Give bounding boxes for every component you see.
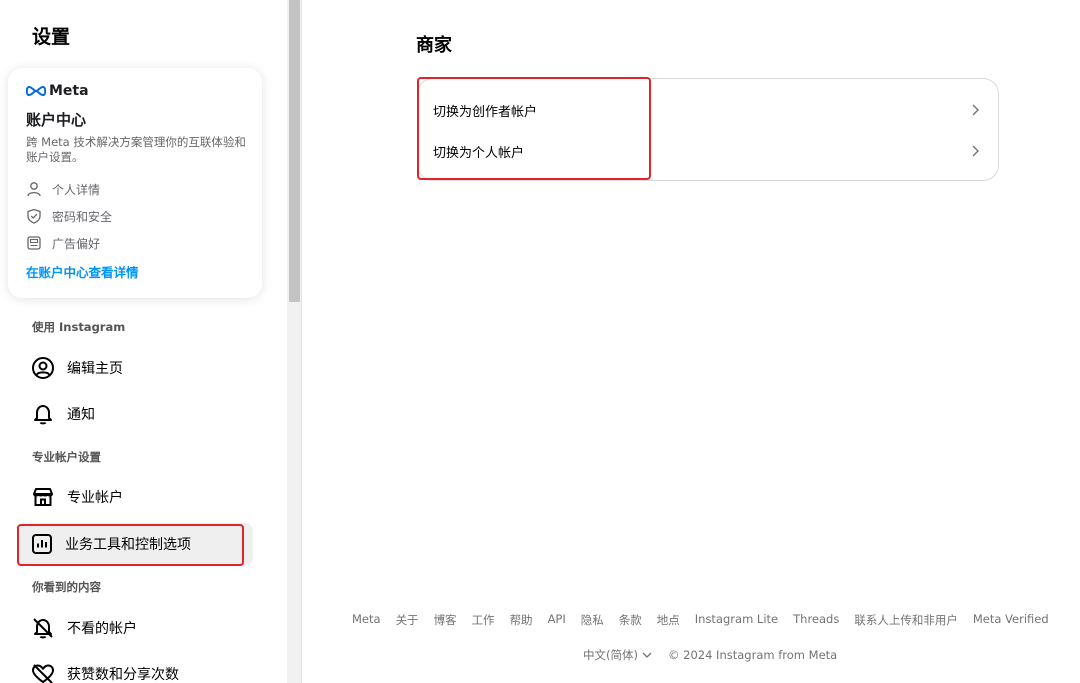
ad-preferences-icon [27,236,41,250]
accounts-center-card[interactable]: Meta 账户中心 跨 Meta 技术解决方案管理你的互联体验和账户设置。 个人… [8,68,262,298]
language-select[interactable]: 中文(简体) [583,647,652,663]
business-options-card: 切换为创作者帐户 切换为个人帐户 [417,78,999,181]
card-item-label: 广告偏好 [52,236,101,251]
meta-infinity-icon [26,85,46,97]
settings-sidebar: 设置 Meta 账户中心 跨 Meta 技术解决方案管理你的互联体验和账户设置。… [0,0,287,683]
footer-link[interactable]: Instagram Lite [695,612,778,628]
language-label: 中文(简体) [583,648,638,662]
footer-link[interactable]: 条款 [619,612,642,628]
sidebar-item-label: 专业帐户 [67,490,123,506]
footer-link[interactable]: 隐私 [581,612,604,628]
accounts-center-description: 跨 Meta 技术解决方案管理你的互联体验和账户设置。 [26,135,246,164]
footer-link[interactable]: Meta [352,612,381,628]
bell-icon [34,405,52,425]
option-switch-to-personal[interactable]: 切换为个人帐户 [418,131,998,171]
sidebar-item-business-tools[interactable]: 业务工具和控制选项 [17,523,253,565]
footer-link[interactable]: 联系人上传和非用户 [854,612,958,628]
sidebar-scrollbar[interactable] [287,0,302,683]
card-item-password-security[interactable]: 密码和安全 [26,207,112,225]
sidebar-item-professional-account[interactable]: 专业帐户 [17,476,253,518]
option-switch-to-creator[interactable]: 切换为创作者帐户 [418,90,998,130]
sidebar-item-label: 不看的帐户 [67,621,137,637]
footer-link[interactable]: Meta Verified [973,612,1049,628]
accounts-center-title: 账户中心 [26,111,87,129]
footer-link[interactable]: 博客 [434,612,457,628]
main-content: 商家 切换为创作者帐户 切换为个人帐户 Meta 关于 博客 工作 帮助 API [303,0,1080,683]
meta-logo-text: Meta [49,83,89,99]
settings-page: 设置 Meta 账户中心 跨 Meta 技术解决方案管理你的互联体验和账户设置。… [0,0,1080,683]
sidebar-item-likes-shares[interactable]: 获赞数和分享次数 [17,653,253,683]
card-item-ad-preferences[interactable]: 广告偏好 [26,234,100,252]
sidebar-item-edit-profile[interactable]: 编辑主页 [17,347,253,389]
footer-link[interactable]: 帮助 [510,612,533,628]
sidebar-item-notifications[interactable]: 通知 [17,393,253,435]
sidebar-scrollbar-thumb[interactable] [289,0,300,302]
sidebar-title: 设置 [32,26,71,48]
card-item-label: 个人详情 [52,182,101,197]
option-label: 切换为个人帐户 [433,145,525,161]
page-title: 商家 [416,35,452,56]
sidebar-item-label: 业务工具和控制选项 [65,537,191,553]
footer-link[interactable]: 地点 [657,612,680,628]
card-item-personal-details[interactable]: 个人详情 [26,180,100,198]
footer-bottom: 中文(简体) © 2024 Instagram from Meta [583,647,837,663]
option-label: 切换为创作者帐户 [433,104,538,120]
storefront-icon [33,488,53,506]
shield-check-icon [27,208,41,224]
person-icon [27,182,41,197]
sidebar-item-label: 编辑主页 [67,361,123,377]
copyright-text: © 2024 Instagram from Meta [667,648,838,662]
chevron-down-icon [642,652,652,658]
sidebar-item-muted-accounts[interactable]: 不看的帐户 [17,607,253,649]
section-label-what-you-see: 你看到的内容 [32,580,101,594]
section-label-using-instagram: 使用 Instagram [32,320,126,334]
view-in-accounts-center-link[interactable]: 在账户中心查看详情 [26,262,139,281]
footer-link[interactable]: API [548,612,566,628]
user-circle-icon [32,357,54,379]
meta-logo: Meta [26,83,89,99]
footer-link[interactable]: 工作 [472,612,495,628]
card-item-label: 密码和安全 [52,209,113,224]
sidebar-item-label: 获赞数和分享次数 [67,667,179,683]
section-label-professional-settings: 专业帐户设置 [32,450,101,464]
chevron-right-icon [970,103,980,117]
chevron-right-icon [970,144,980,158]
footer-links: Meta 关于 博客 工作 帮助 API 隐私 条款 地点 Instagram … [352,612,1072,628]
bar-chart-icon [32,534,52,554]
footer-link[interactable]: Threads [793,612,839,628]
heart-off-icon [32,664,54,683]
sidebar-item-label: 通知 [67,407,95,423]
muted-bell-icon [33,618,53,639]
footer-link[interactable]: 关于 [396,612,419,628]
